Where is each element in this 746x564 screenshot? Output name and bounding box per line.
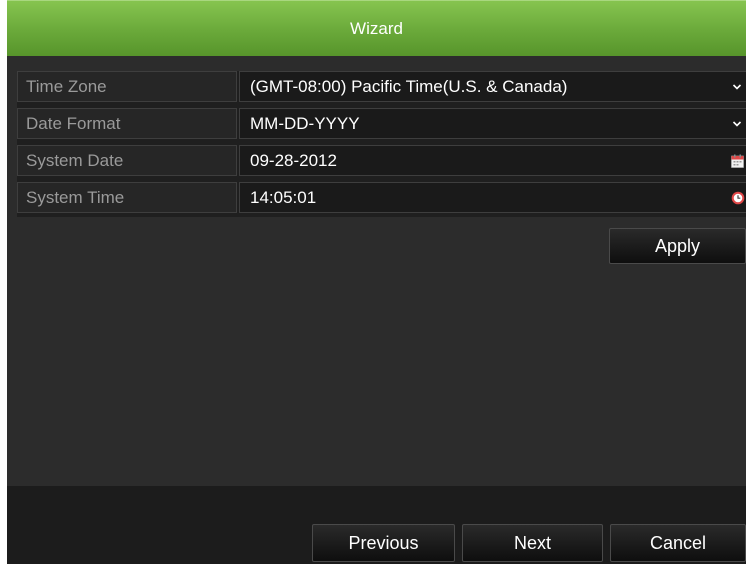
system-time-label: System Time xyxy=(17,182,237,213)
chevron-down-icon[interactable] xyxy=(732,120,742,128)
clock-icon[interactable] xyxy=(731,191,745,205)
apply-button[interactable]: Apply xyxy=(609,228,746,264)
time-zone-select[interactable]: (GMT-08:00) Pacific Time(U.S. & Canada) xyxy=(239,71,746,102)
system-date-row: System Date 09-28-2012 xyxy=(17,145,746,176)
system-date-label: System Date xyxy=(17,145,237,176)
previous-button[interactable]: Previous xyxy=(312,524,455,562)
wizard-dialog: Wizard Time Zone (GMT-08:00) Pacific Tim… xyxy=(7,0,746,564)
system-time-value: 14:05:01 xyxy=(250,188,317,207)
date-format-select[interactable]: MM-DD-YYYY xyxy=(239,108,746,139)
settings-panel: Time Zone (GMT-08:00) Pacific Time(U.S. … xyxy=(17,71,746,217)
system-date-value: 09-28-2012 xyxy=(250,151,337,170)
next-button[interactable]: Next xyxy=(462,524,603,562)
date-format-value: MM-DD-YYYY xyxy=(250,114,360,133)
time-zone-label: Time Zone xyxy=(17,71,237,102)
cancel-button[interactable]: Cancel xyxy=(610,524,746,562)
time-zone-value: (GMT-08:00) Pacific Time(U.S. & Canada) xyxy=(250,77,568,96)
title-bar: Wizard xyxy=(7,0,746,56)
window-title: Wizard xyxy=(350,18,403,38)
system-time-row: System Time 14:05:01 xyxy=(17,182,746,213)
calendar-icon[interactable] xyxy=(731,154,744,168)
date-format-label: Date Format xyxy=(17,108,237,139)
time-zone-row: Time Zone (GMT-08:00) Pacific Time(U.S. … xyxy=(17,71,746,102)
chevron-down-icon[interactable] xyxy=(732,83,742,91)
system-time-field[interactable]: 14:05:01 xyxy=(239,182,746,213)
date-format-row: Date Format MM-DD-YYYY xyxy=(17,108,746,139)
system-date-field[interactable]: 09-28-2012 xyxy=(239,145,746,176)
